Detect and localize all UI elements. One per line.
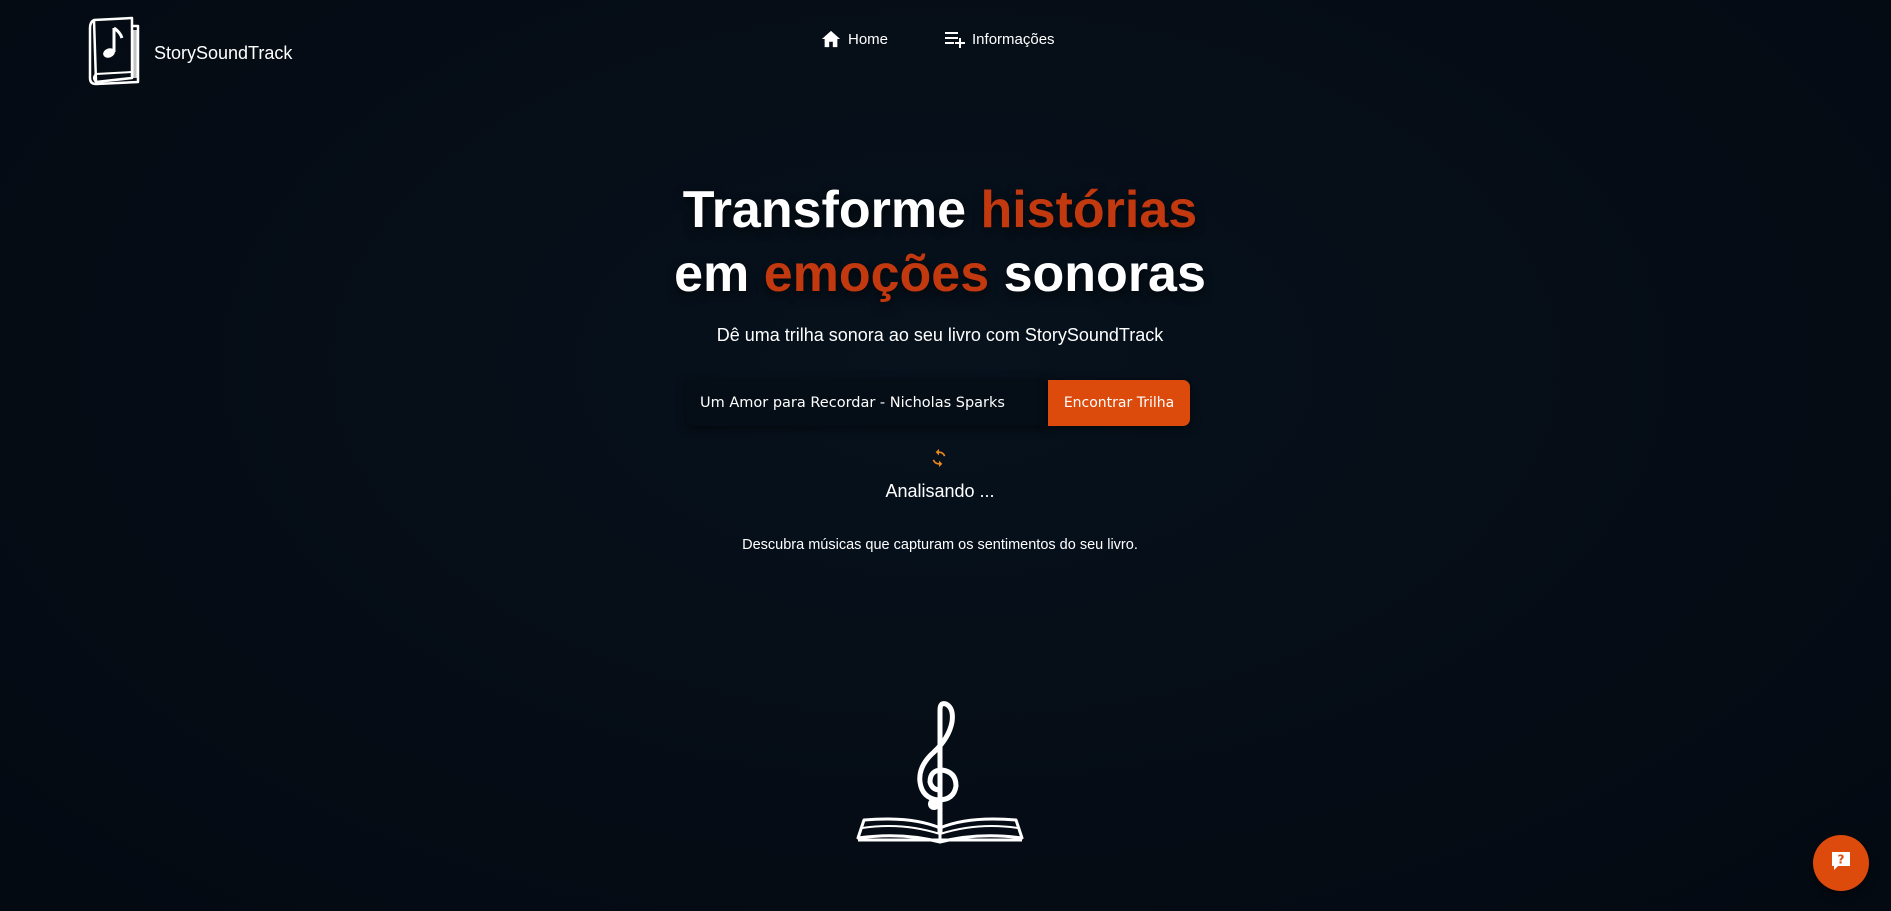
home-icon <box>820 29 842 49</box>
nav-home[interactable]: Home <box>820 29 888 49</box>
help-question-icon: ? <box>1830 850 1852 877</box>
brand-logo[interactable]: StorySoundTrack <box>88 16 292 86</box>
hero-title: Transforme histórias em emoções sonoras <box>0 178 1880 306</box>
hero-title-line-1: Transforme histórias <box>0 178 1880 242</box>
hero-title-text: Transforme <box>682 181 981 239</box>
treble-clef-book-icon <box>852 700 1028 850</box>
nav-home-label: Home <box>848 30 889 48</box>
page: StorySoundTrack Home Informações Transfo… <box>0 0 1891 911</box>
playlist-add-icon <box>944 30 966 48</box>
search-form: Encontrar Trilha <box>686 380 1190 426</box>
status-text: Analisando ... <box>885 481 995 501</box>
hero-subtitle: Dê uma trilha sonora ao seu livro com St… <box>716 325 1164 345</box>
sync-icon <box>929 448 949 473</box>
hero-title-text: em <box>674 245 764 303</box>
hero-title-accent: emoções <box>763 245 990 303</box>
book-search-input[interactable] <box>686 380 1048 426</box>
hero-title-line-2: em emoções sonoras <box>0 242 1880 306</box>
find-soundtrack-button[interactable]: Encontrar Trilha <box>1048 380 1190 426</box>
tagline: Descubra músicas que capturam os sentime… <box>742 537 1138 553</box>
book-music-icon <box>88 16 142 86</box>
svg-text:?: ? <box>1838 852 1845 866</box>
nav-informacoes[interactable]: Informações <box>944 30 1055 48</box>
help-button[interactable]: ? <box>1813 835 1869 891</box>
hero-title-accent: histórias <box>980 181 1198 239</box>
nav-informacoes-label: Informações <box>972 30 1055 48</box>
hero-title-text: sonoras <box>989 245 1206 303</box>
main-nav: Home Informações <box>820 29 1055 49</box>
brand-name: StorySoundTrack <box>154 42 293 63</box>
